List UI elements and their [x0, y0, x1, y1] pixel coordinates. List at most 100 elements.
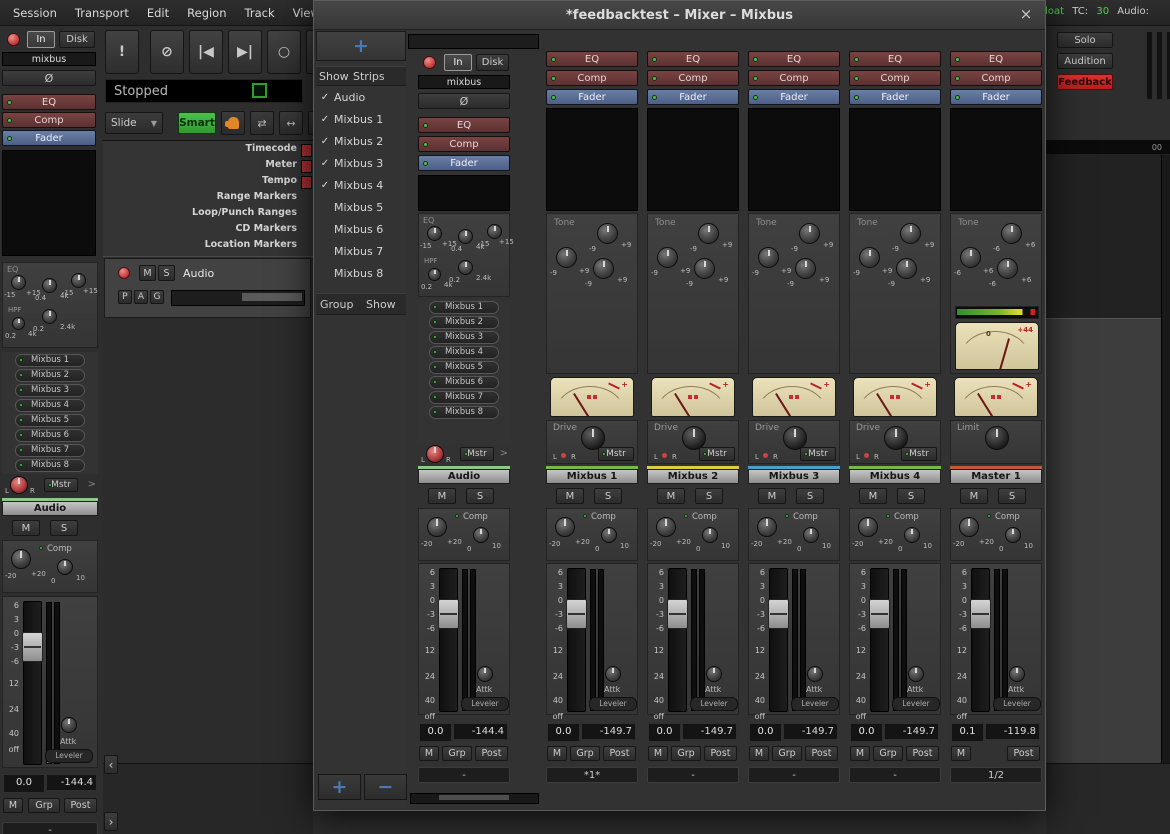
tone-lo-knob[interactable] — [694, 258, 715, 279]
mute-button[interactable]: M — [12, 520, 40, 536]
timeline-canvas[interactable] — [1046, 318, 1170, 764]
peak-display[interactable]: -149.7 — [682, 723, 737, 740]
eq-hi-freq-knob[interactable] — [42, 278, 57, 293]
strip-name[interactable]: Master 1 — [950, 469, 1042, 484]
send-button[interactable]: Mixbus 1 — [15, 354, 85, 367]
fader-handle[interactable] — [768, 599, 789, 629]
scroll-left-button[interactable]: ‹ — [104, 755, 118, 774]
peak-display[interactable]: -119.8 — [985, 723, 1040, 740]
comp-knob[interactable] — [904, 527, 920, 543]
tab-group[interactable]: Group — [316, 298, 366, 311]
output-button[interactable]: - — [647, 767, 739, 783]
strip-list-item[interactable]: Mixbus 8 — [316, 262, 406, 284]
mute-button[interactable]: M — [657, 488, 685, 504]
eq-button[interactable]: EQ — [546, 51, 638, 67]
comp-knob[interactable] — [601, 527, 617, 543]
horizontal-scrollbar[interactable] — [410, 793, 539, 804]
fader-button[interactable]: Fader — [849, 89, 941, 105]
output-button[interactable]: - — [418, 767, 510, 783]
strip-list-item[interactable]: ✓ Mixbus 1 — [316, 108, 406, 130]
fader-track[interactable] — [971, 568, 990, 712]
eq-button[interactable]: EQ — [748, 51, 840, 67]
ruler-label[interactable]: Loop/Punch Ranges — [150, 205, 297, 221]
comp-button[interactable]: Comp — [748, 70, 840, 86]
send-button[interactable]: Mixbus 7 — [15, 444, 85, 457]
group-button[interactable]: Grp — [671, 746, 701, 761]
playlist-button[interactable]: P — [118, 290, 132, 304]
menu-item[interactable]: Region — [178, 6, 235, 20]
tone-hi-knob[interactable] — [1001, 223, 1022, 244]
fader-button[interactable]: Fader — [647, 89, 739, 105]
mstr-button[interactable]: Mstr — [901, 447, 937, 461]
metering-point-button[interactable]: Post — [805, 746, 838, 761]
group-button[interactable]: Grp — [28, 798, 60, 813]
transport-button[interactable]: |◀ — [189, 30, 223, 74]
comp-button[interactable]: Comp — [418, 136, 510, 152]
send-button[interactable]: Mixbus 3 — [429, 331, 499, 344]
menu-item[interactable]: Transport — [66, 6, 138, 20]
track-mute-button[interactable]: M — [139, 265, 156, 281]
group-button[interactable]: Grp — [442, 746, 472, 761]
tone-lo-knob[interactable] — [593, 258, 614, 279]
attack-knob[interactable] — [807, 666, 823, 682]
strip-list-item[interactable]: Mixbus 7 — [316, 240, 406, 262]
solo-button[interactable]: S — [50, 520, 78, 536]
smart-mode-button[interactable]: Smart — [178, 112, 216, 134]
track-record-button[interactable] — [118, 267, 130, 279]
peak-display[interactable]: -144.4 — [453, 723, 508, 740]
peak-display[interactable]: -149.7 — [783, 723, 838, 740]
transport-button[interactable]: ⊘ — [150, 30, 184, 74]
strip-name[interactable]: Mixbus 3 — [748, 469, 840, 484]
comp-knob[interactable] — [702, 527, 718, 543]
strip-name[interactable]: Mixbus 2 — [647, 469, 739, 484]
io-button[interactable]: mixbus — [2, 52, 96, 66]
strip-list-item[interactable]: ✓ Audio — [316, 86, 406, 108]
fader-track[interactable] — [567, 568, 586, 712]
gain-display[interactable]: 0.0 — [749, 723, 782, 742]
send-button[interactable]: Mixbus 4 — [429, 346, 499, 359]
fader-track[interactable] — [439, 568, 458, 712]
comp-knob[interactable] — [473, 527, 489, 543]
io-button[interactable]: mixbus — [418, 75, 510, 89]
hpf-knob[interactable] — [428, 268, 441, 281]
send-button[interactable]: Mixbus 8 — [429, 406, 499, 419]
comp-button[interactable]: Comp — [647, 70, 739, 86]
tool-button[interactable]: ⇄ — [250, 111, 274, 135]
fader-button[interactable]: Fader — [418, 155, 510, 171]
send-button[interactable]: Mixbus 2 — [15, 369, 85, 382]
fader-handle[interactable] — [22, 632, 43, 662]
solo-button[interactable]: S — [594, 488, 622, 504]
attack-knob[interactable] — [61, 717, 77, 733]
fader-handle[interactable] — [869, 599, 890, 629]
hpf-knob[interactable] — [12, 317, 25, 330]
comp-button[interactable]: Comp — [546, 70, 638, 86]
eq-lo-gain-knob[interactable] — [487, 224, 502, 239]
input-gain-knob[interactable] — [427, 517, 447, 537]
transport-clock[interactable]: Stopped — [105, 79, 303, 103]
mute-button[interactable]: M — [556, 488, 584, 504]
track-height-slider[interactable] — [171, 290, 305, 306]
strip-name[interactable]: Mixbus 1 — [546, 469, 638, 484]
tone-hi-knob[interactable] — [900, 223, 921, 244]
visible-checkbox[interactable]: ✓ — [316, 158, 334, 169]
processor-box[interactable] — [418, 175, 510, 211]
visible-checkbox[interactable]: ✓ — [316, 136, 334, 147]
fader-handle[interactable] — [970, 599, 991, 629]
peak-display[interactable]: -149.7 — [884, 723, 939, 740]
mstr-button[interactable]: Mstr — [44, 478, 78, 492]
attack-knob[interactable] — [908, 666, 924, 682]
tone-mid-knob[interactable] — [657, 247, 678, 268]
comp-button[interactable]: Comp — [2, 112, 96, 128]
fader-button[interactable]: Fader — [748, 89, 840, 105]
mute-button[interactable]: M — [547, 746, 567, 761]
eq-mid-freq-knob[interactable] — [42, 309, 57, 324]
eq-hi-freq-knob[interactable] — [458, 229, 473, 244]
visible-checkbox[interactable]: ✓ — [316, 114, 334, 125]
send-button[interactable]: Mixbus 6 — [429, 376, 499, 389]
transport-button[interactable]: ! — [105, 30, 139, 74]
eq-button[interactable]: EQ — [2, 94, 96, 110]
ruler-label[interactable]: Tempo — [150, 173, 297, 189]
send-button[interactable]: Mixbus 7 — [429, 391, 499, 404]
mstr-button[interactable]: Mstr — [699, 447, 735, 461]
send-button[interactable]: Mixbus 5 — [15, 414, 85, 427]
